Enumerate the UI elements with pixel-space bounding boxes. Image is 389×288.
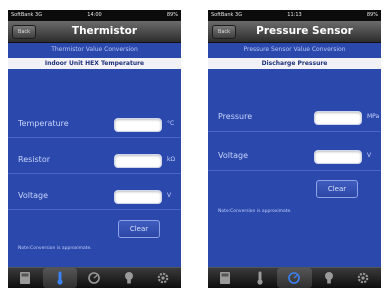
row-divider (8, 173, 181, 174)
row-divider (8, 209, 181, 210)
pressure-sensor-screen: SoftBank 3G 11:13 89% Back Pressure Sens… (208, 10, 381, 288)
tab-thermistor[interactable] (42, 268, 78, 288)
voltage-label: Voltage (18, 191, 49, 200)
tab-bar (208, 267, 381, 288)
pressure-unit: MPa (367, 113, 380, 120)
subtitle: Thermistor Value Conversion (51, 46, 138, 53)
tab-settings[interactable] (346, 268, 381, 288)
status-bar: SoftBank 3G 14:00 89% (8, 10, 181, 21)
resistor-unit: kΩ (167, 156, 176, 163)
clock: 14:00 (87, 12, 102, 18)
thermometer-icon (56, 271, 63, 285)
voltage-input[interactable] (314, 150, 362, 164)
tab-pressure[interactable] (77, 268, 112, 288)
tab-tips[interactable] (312, 268, 347, 288)
page-title: Thermistor (71, 25, 138, 37)
navigation-bar: Back Pressure Sensor (208, 21, 381, 43)
voltage-unit: V (167, 192, 172, 199)
battery-label: 89% (166, 12, 178, 18)
voltage-unit: V (367, 152, 372, 159)
temperature-label: Temperature (18, 119, 69, 128)
status-bar: SoftBank 3G 11:13 89% (208, 10, 381, 21)
tab-tips[interactable] (112, 268, 147, 288)
lightbulb-icon (124, 272, 133, 284)
gauge-icon (88, 272, 100, 284)
tab-bar (8, 267, 181, 288)
gear-icon (358, 272, 369, 284)
row-divider (208, 131, 381, 132)
section-header: Discharge Pressure (208, 58, 381, 69)
pressure-label: Pressure (218, 112, 253, 121)
conversion-note: Note:Conversion is approximate. (218, 209, 292, 214)
resistor-input[interactable] (114, 154, 162, 168)
gear-icon (158, 272, 169, 284)
thermistor-screen: SoftBank 3G 14:00 89% Back Thermistor Th… (8, 10, 181, 288)
resistor-label: Resistor (18, 155, 50, 164)
clear-button[interactable]: Clear (118, 220, 160, 238)
subtitle: Pressure Sensor Value Conversion (243, 46, 346, 53)
tab-calculator[interactable] (208, 268, 243, 288)
tab-pressure[interactable] (277, 268, 312, 288)
clear-button[interactable]: Clear (316, 180, 358, 198)
page-title: Pressure Sensor (256, 25, 353, 37)
tab-settings[interactable] (146, 268, 181, 288)
calculator-icon (20, 272, 30, 284)
voltage-label: Voltage (218, 151, 249, 160)
gauge-icon (288, 272, 300, 284)
tab-calculator[interactable] (8, 268, 43, 288)
temperature-unit: °C (167, 120, 175, 127)
tab-thermistor[interactable] (243, 268, 278, 288)
temperature-input[interactable] (114, 118, 162, 132)
thermometer-icon (256, 271, 263, 285)
navigation-bar: Back Thermistor (8, 21, 181, 43)
conversion-note: Note:Conversion is approximate. (18, 246, 92, 251)
row-divider (8, 137, 181, 138)
battery-label: 89% (366, 12, 378, 18)
pressure-input[interactable] (314, 111, 362, 125)
voltage-input[interactable] (114, 190, 162, 204)
lightbulb-icon (324, 272, 333, 284)
calculator-icon (220, 272, 230, 284)
section-header: Indoor Unit HEX Temperature (8, 58, 181, 69)
clock: 11:13 (287, 12, 302, 18)
row-divider (208, 170, 381, 171)
